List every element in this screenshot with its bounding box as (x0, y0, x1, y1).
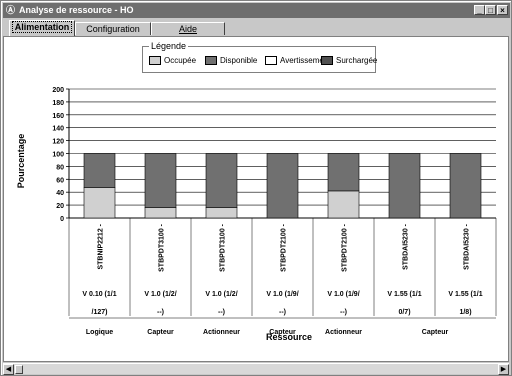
legend-swatch-occupee (149, 56, 161, 66)
bar-disponible[interactable] (327, 153, 360, 192)
legend-box: Légende Occupée Disponible Avertissement… (142, 41, 377, 73)
y-tick-label: 40 (56, 190, 64, 197)
minimize-button[interactable]: _ (474, 5, 485, 15)
category-version-label: V 1.0 (1/9/ (327, 291, 359, 298)
category-name-label: STBPDT2100 - (281, 223, 288, 272)
tab-configuration[interactable]: Configuration (75, 22, 151, 35)
bar-occupee[interactable] (327, 190, 360, 219)
category-name-label: STBPDT2100 - (342, 223, 349, 272)
category-version-label: V 1.55 (1/1 (387, 291, 421, 298)
group-label: Capteur (422, 329, 449, 336)
y-tick-label: 200 (52, 87, 64, 94)
y-tick-label: 180 (52, 100, 64, 107)
tab-alimentation-label: Alimentation (11, 21, 73, 33)
group-label: Capteur (269, 329, 296, 336)
category-version-label: V 1.55 (1/1 (448, 291, 482, 298)
bar-disponible[interactable] (205, 153, 238, 208)
legend-item-occupee: Occupée (149, 55, 196, 66)
y-tick-label: 20 (56, 203, 64, 210)
bar-disponible[interactable] (388, 153, 421, 219)
y-tick-label: 80 (56, 164, 64, 171)
group-label: Actionneur (203, 329, 240, 336)
y-tick-label: 60 (56, 177, 64, 184)
bar-disponible[interactable] (144, 153, 177, 208)
bar-disponible[interactable] (83, 153, 116, 188)
legend-item-surchargee: Surchargée (321, 55, 377, 66)
legend-swatch-avertissement (265, 56, 277, 66)
maximize-button[interactable]: □ (485, 5, 496, 15)
y-tick-label: 120 (52, 139, 64, 146)
tab-configuration-label: Configuration (86, 24, 140, 34)
app-icon: Ⓐ (6, 5, 16, 15)
category-version-label: --) (279, 309, 286, 316)
category-version-label: /127) (92, 309, 108, 316)
y-tick-label: 140 (52, 126, 64, 133)
category-name-label: STBPDT3100 - (159, 223, 166, 272)
y-tick-label: 160 (52, 113, 64, 120)
y-axis-label: Pourcentage (16, 134, 26, 189)
application-window: Ⓐ Analyse de ressource - HO _ □ × Alimen… (0, 0, 512, 376)
category-name-label: STBPDT3100 - (220, 223, 227, 272)
window-title: Analyse de ressource - HO (19, 5, 134, 15)
y-tick-label: 0 (60, 216, 64, 223)
group-label: Capteur (147, 329, 174, 336)
scroll-thumb[interactable] (15, 365, 23, 374)
category-version-label: --) (218, 309, 225, 316)
category-version-label: 0/7) (398, 309, 410, 316)
category-version-label: V 0.10 (1/1 (82, 291, 116, 298)
category-version-label: V 1.0 (1/2/ (144, 291, 176, 298)
tab-bar: Alimentation Configuration Aide (3, 20, 509, 36)
bar-disponible[interactable] (266, 153, 299, 219)
scroll-left-button[interactable]: ◀ (3, 364, 14, 375)
group-label: Logique (86, 329, 113, 336)
category-version-label: --) (157, 309, 164, 316)
bar-occupee[interactable] (83, 187, 116, 219)
category-version-label: V 1.0 (1/9/ (266, 291, 298, 298)
bar-occupee[interactable] (205, 207, 238, 219)
title-bar[interactable]: Ⓐ Analyse de ressource - HO _ □ × (3, 3, 510, 18)
legend-swatch-surchargee (321, 56, 333, 66)
legend-title: Légende (149, 41, 189, 51)
legend-label-occupee: Occupée (164, 56, 197, 65)
bar-chart: Pourcentage Ressource 020406080100120140… (16, 87, 497, 342)
chart-panel: Légende Occupée Disponible Avertissement… (3, 36, 509, 362)
tab-aide-label: Aide (178, 24, 197, 34)
legend-label-surchargee: Surchargée (336, 56, 378, 65)
category-name-label: STBDAI5230 - (464, 223, 471, 270)
legend-label-disponible: Disponible (220, 56, 258, 65)
category-name-label: STBNIP2212 - (98, 223, 105, 269)
close-button[interactable]: × (497, 5, 508, 15)
bar-occupee[interactable] (144, 207, 177, 219)
tab-alimentation[interactable]: Alimentation (9, 20, 75, 36)
scroll-right-button[interactable]: ▶ (498, 364, 509, 375)
bar-disponible[interactable] (449, 153, 482, 219)
tab-aide[interactable]: Aide (151, 22, 225, 35)
legend-item-disponible: Disponible (205, 55, 257, 66)
category-version-label: V 1.0 (1/2/ (205, 291, 237, 298)
y-tick-label: 100 (52, 152, 64, 159)
category-name-label: STBDAI5230 - (403, 223, 410, 270)
horizontal-scrollbar[interactable]: ◀ ▶ (3, 363, 509, 375)
legend-swatch-disponible (205, 56, 217, 66)
group-label: Actionneur (325, 329, 362, 336)
category-version-label: --) (340, 309, 347, 316)
category-version-label: 1/8) (459, 309, 471, 316)
